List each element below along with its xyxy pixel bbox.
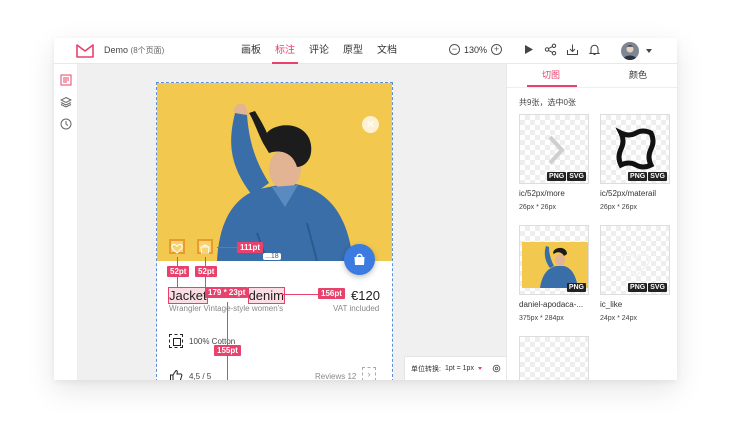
logo-icon[interactable] [76, 44, 94, 58]
tab-prototype[interactable]: 原型 [336, 38, 370, 64]
zoom-in-button[interactable]: + [491, 44, 503, 55]
asset-card[interactable]: PNG SVG ic_like 24px * 24px [600, 225, 670, 322]
asset-size: 26px * 26px [519, 204, 556, 211]
chevron-down-icon[interactable] [477, 367, 482, 370]
asset-card[interactable] [519, 336, 589, 380]
measure-tag-156pt: 156pt [318, 288, 345, 299]
png-badge[interactable]: PNG [628, 172, 648, 181]
unit-label: 单位转换: [411, 365, 441, 373]
tab-artboard[interactable]: 画板 [234, 38, 268, 64]
product-price[interactable]: €120 [351, 288, 380, 303]
svg-badge[interactable]: SVG [648, 283, 667, 292]
measure-tag-52pt-a: 52pt [167, 266, 190, 277]
project-title[interactable]: Demo (8个页面) [104, 45, 164, 56]
zoom-control: − 130% + [449, 44, 503, 55]
asset-thumbnail[interactable]: PNG [519, 225, 589, 295]
tab-colors[interactable]: 颜色 [629, 64, 647, 86]
layers-icon[interactable] [60, 96, 72, 108]
asset-card[interactable]: PNG SVG ic/52px/materail 26px * 26px [600, 114, 670, 211]
measure-tag-179x23pt: 179 * 23pt [205, 287, 249, 298]
asset-thumbnail[interactable]: PNG SVG [600, 114, 670, 184]
close-icon[interactable]: ✕ [362, 116, 379, 133]
artboard[interactable]: ✕ ...18 Jacketdenim €120 Wrangler Vintag… [156, 82, 393, 380]
settings-gear-icon[interactable] [492, 364, 501, 373]
asset-name: ic/52px/materail [600, 189, 657, 198]
asset-thumbnail[interactable]: PNG SVG [519, 114, 589, 184]
zoom-level: 130% [464, 44, 488, 55]
annotation-icon[interactable] [60, 74, 72, 86]
size-hint: ...18 [263, 253, 281, 260]
thumbs-up-icon [170, 369, 183, 380]
asset-thumbnail[interactable]: PNG SVG [600, 225, 670, 295]
tab-slices[interactable]: 切图 [542, 64, 560, 86]
unit-converter[interactable]: 单位转换: 1pt = 1px [404, 356, 506, 380]
tab-annotation[interactable]: 标注 [268, 38, 302, 64]
toolbar-actions [522, 43, 601, 56]
asset-size: 26px * 26px [600, 204, 637, 211]
user-avatar[interactable] [621, 42, 639, 60]
asset-card[interactable]: PNG SVG ic/52px/more 26px * 26px [519, 114, 589, 211]
measure-tag-52pt-b: 52pt [195, 266, 218, 277]
page-count: (8个页面) [130, 46, 165, 55]
measure-line [227, 302, 228, 380]
download-icon[interactable] [566, 43, 579, 56]
left-rail [54, 64, 78, 380]
asset-card[interactable]: PNG daniel-apodaca-... 375px * 284px [519, 225, 589, 322]
right-panel: 切图 颜色 共9张，选中0张 PNG SVG ic/52px/more 26px … [506, 64, 677, 380]
unit-value[interactable]: 1pt = 1px [445, 365, 474, 372]
heart-icon[interactable] [169, 239, 185, 254]
reviews-count[interactable]: Reviews 12 [315, 372, 356, 380]
asset-thumbnail[interactable] [519, 336, 589, 380]
history-icon[interactable] [60, 118, 72, 130]
main-nav: 画板 标注 评论 原型 文档 [234, 38, 404, 64]
bag-icon[interactable] [197, 239, 213, 254]
tab-docs[interactable]: 文档 [370, 38, 404, 64]
svg-badge[interactable]: SVG [648, 172, 667, 181]
measure-tag-111pt: 111pt [237, 242, 264, 253]
png-badge[interactable]: PNG [547, 172, 567, 181]
measure-tag-155pt: 155pt [214, 345, 241, 356]
top-bar: Demo (8个页面) 画板 标注 评论 原型 文档 − 130% + [54, 38, 677, 64]
photo-illustration [157, 83, 392, 261]
app-window: Demo (8个页面) 画板 标注 评论 原型 文档 − 130% + ✕ ..… [54, 38, 677, 380]
chevron-right-icon[interactable]: › [362, 367, 376, 380]
zoom-out-button[interactable]: − [449, 44, 460, 55]
active-tab-indicator [527, 85, 577, 87]
rating-row[interactable]: 4,5 / 5 [169, 369, 211, 380]
title-word-denim: denim [247, 287, 286, 304]
play-icon[interactable] [522, 43, 535, 56]
asset-size: 24px * 24px [600, 315, 637, 322]
measure-line [282, 294, 320, 295]
asset-name: daniel-apodaca-... [519, 300, 584, 309]
asset-count: 共9张，选中0张 [519, 98, 576, 107]
png-badge[interactable]: PNG [628, 283, 648, 292]
chevron-down-icon[interactable] [646, 49, 652, 53]
tab-comments[interactable]: 评论 [302, 38, 336, 64]
asset-name: ic/52px/more [519, 189, 565, 198]
cart-button[interactable] [344, 244, 375, 275]
fabric-icon [169, 334, 183, 348]
panel-tabs: 切图 颜色 [507, 64, 677, 88]
png-badge[interactable]: PNG [566, 283, 586, 292]
asset-size: 375px * 284px [519, 315, 564, 322]
share-icon[interactable] [544, 43, 557, 56]
product-photo[interactable]: ✕ [157, 83, 392, 261]
title-word-jacket: Jacket [168, 287, 208, 304]
rating-text: 4,5 / 5 [189, 371, 212, 381]
bell-icon[interactable] [588, 43, 601, 56]
vat-note[interactable]: VAT included [333, 304, 379, 313]
design-canvas[interactable]: ✕ ...18 Jacketdenim €120 Wrangler Vintag… [78, 64, 506, 380]
project-name: Demo [104, 45, 129, 55]
shopping-bag-icon [354, 253, 365, 265]
svg-badge[interactable]: SVG [567, 172, 586, 181]
asset-name: ic_like [600, 300, 623, 309]
